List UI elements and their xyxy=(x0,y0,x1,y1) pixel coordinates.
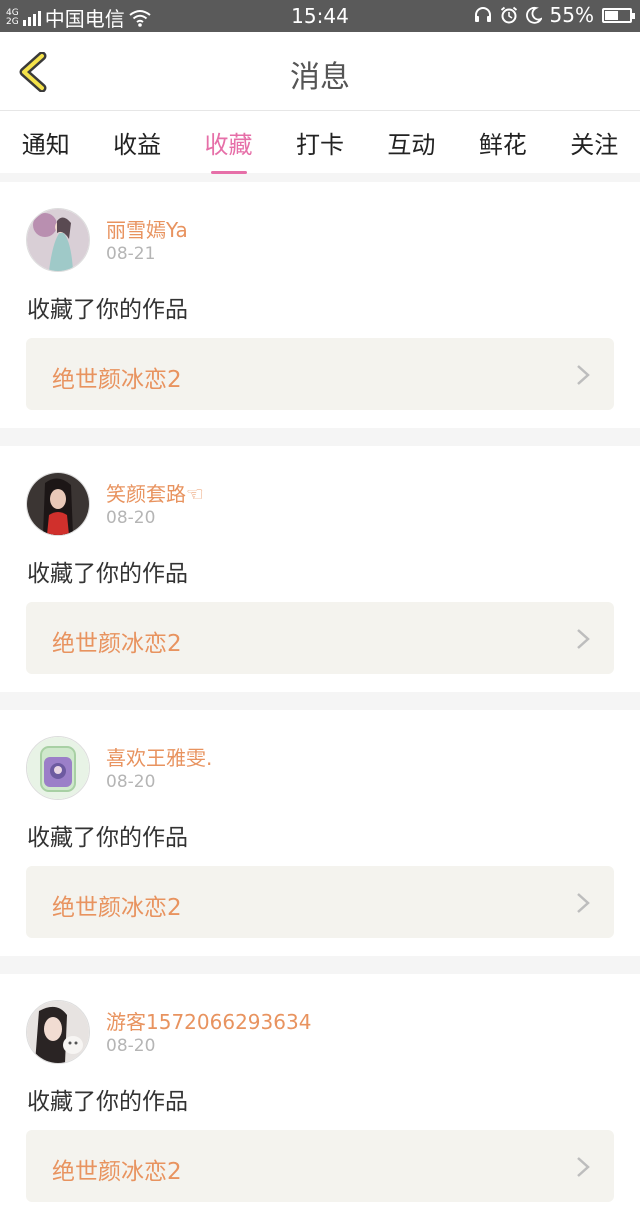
username[interactable]: 笑颜套路☜ xyxy=(106,478,204,507)
headset-icon xyxy=(474,7,491,22)
tab-favorites[interactable]: 收藏 xyxy=(199,125,259,160)
avatar[interactable] xyxy=(26,736,90,800)
timestamp: 08-20 xyxy=(106,508,156,528)
list-item: 游客1572066293634 08-20 收藏了你的作品 绝世颜冰恋2 xyxy=(0,974,640,1220)
avatar[interactable] xyxy=(26,472,90,536)
username[interactable]: 喜欢王雅雯. xyxy=(106,742,212,771)
avatar[interactable] xyxy=(26,1000,90,1064)
list-item: 喜欢王雅雯. 08-20 收藏了你的作品 绝世颜冰恋2 xyxy=(0,710,640,956)
username[interactable]: 游客1572066293634 xyxy=(106,1006,311,1035)
username[interactable]: 丽雪嫣Ya xyxy=(106,214,188,243)
avatar[interactable] xyxy=(26,208,90,272)
tab-flowers[interactable]: 鲜花 xyxy=(473,125,533,160)
tab-bar: 通知 收益 收藏 打卡 互动 鲜花 关注 xyxy=(0,111,640,173)
chevron-right-icon xyxy=(577,629,590,649)
battery-percent: 55% xyxy=(549,3,594,27)
alarm-icon xyxy=(500,6,517,24)
status-bar: 4G 2G 中国电信 15:44 55% xyxy=(0,0,640,32)
action-text: 收藏了你的作品 xyxy=(27,297,188,323)
work-title: 绝世颜冰恋2 xyxy=(52,895,182,921)
work-link[interactable]: 绝世颜冰恋2 xyxy=(26,602,614,674)
work-title: 绝世颜冰恋2 xyxy=(52,1159,182,1185)
action-text: 收藏了你的作品 xyxy=(27,1089,188,1115)
list-item: 丽雪嫣Ya 08-21 收藏了你的作品 绝世颜冰恋2 xyxy=(0,182,640,428)
tab-checkin[interactable]: 打卡 xyxy=(290,125,350,160)
tab-notice[interactable]: 通知 xyxy=(16,125,76,160)
work-link[interactable]: 绝世颜冰恋2 xyxy=(26,866,614,938)
chevron-right-icon xyxy=(577,1157,590,1177)
timestamp: 08-20 xyxy=(106,772,156,792)
tab-interaction[interactable]: 互动 xyxy=(381,125,441,160)
action-text: 收藏了你的作品 xyxy=(27,825,188,851)
battery-icon xyxy=(602,7,635,23)
work-title: 绝世颜冰恋2 xyxy=(52,367,182,393)
timestamp: 08-20 xyxy=(106,1036,156,1056)
list-item: 笑颜套路☜ 08-20 收藏了你的作品 绝世颜冰恋2 xyxy=(0,446,640,692)
work-link[interactable]: 绝世颜冰恋2 xyxy=(26,338,614,410)
work-link[interactable]: 绝世颜冰恋2 xyxy=(26,1130,614,1202)
moon-icon xyxy=(525,6,542,24)
tab-earnings[interactable]: 收益 xyxy=(107,125,167,160)
action-text: 收藏了你的作品 xyxy=(27,561,188,587)
chevron-right-icon xyxy=(577,893,590,913)
page-title: 消息 xyxy=(290,60,350,95)
chevron-right-icon xyxy=(577,365,590,385)
tab-follow[interactable]: 关注 xyxy=(564,125,624,160)
timestamp: 08-21 xyxy=(106,244,156,264)
work-title: 绝世颜冰恋2 xyxy=(52,631,182,657)
nav-header: 消息 xyxy=(0,32,640,111)
status-bar-right: 55% xyxy=(474,3,635,27)
